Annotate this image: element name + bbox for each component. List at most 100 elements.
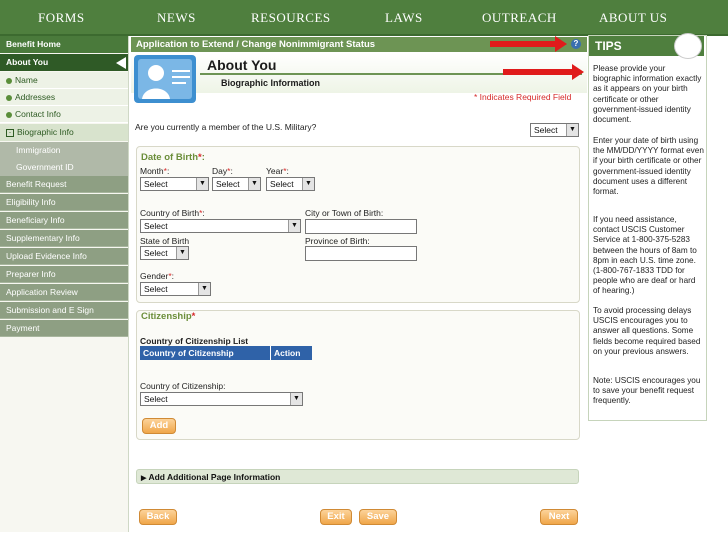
gender-label: Gender*: <box>140 271 175 281</box>
tip-paragraph: Enter your date of birth using the MM/DD… <box>593 136 704 197</box>
table-header-action: Action <box>270 346 312 360</box>
nav-outreach[interactable]: OUTREACH <box>482 10 557 26</box>
arrow-left-icon <box>116 57 126 69</box>
sidebar-item-label: Addresses <box>15 92 56 102</box>
sidebar-item-addresses[interactable]: Addresses <box>0 89 128 106</box>
person-avatar-icon <box>134 55 196 103</box>
tip-paragraph: If you need assistance, contact USCIS Cu… <box>593 215 697 296</box>
year-select[interactable]: Select ▼ <box>266 177 315 191</box>
exit-button[interactable]: Exit <box>320 509 352 525</box>
select-value: Select <box>144 394 168 404</box>
tip-paragraph: Note: USCIS encourages you to save your … <box>593 376 701 406</box>
state-of-birth-select[interactable]: Select ▼ <box>140 246 189 260</box>
sidebar-item-biographic-info[interactable]: - Biographic Info <box>0 124 128 141</box>
gender-select[interactable]: Select ▼ <box>140 282 211 296</box>
add-page-info-label: Add Additional Page Information <box>148 472 281 482</box>
select-value: Select <box>534 125 558 135</box>
citizenship-heading: Citizenship* <box>141 311 196 322</box>
page-subtitle: Biographic Information <box>221 78 320 88</box>
year-label: Year*: <box>266 166 289 176</box>
help-icon[interactable]: ? <box>571 39 581 49</box>
sidebar-item-benefit-home[interactable]: Benefit Home <box>0 36 128 53</box>
sidebar-item-benefit-request[interactable]: Benefit Request <box>0 176 128 193</box>
red-arrowhead-help-icon <box>555 36 567 52</box>
red-arrowhead-tips-icon <box>572 64 584 80</box>
sidebar-item-contact-info[interactable]: Contact Info <box>0 106 128 123</box>
bullet-icon <box>6 111 12 118</box>
red-arrow-tips <box>503 69 573 75</box>
military-question: Are you currently a member of the U.S. M… <box>135 122 317 132</box>
select-value: Select <box>144 179 168 189</box>
province-of-birth-input[interactable] <box>305 246 417 261</box>
select-value: Select <box>144 248 168 258</box>
back-button[interactable]: Back <box>139 509 177 525</box>
sidebar-item-label: Biographic Info <box>17 127 74 137</box>
city-of-birth-input[interactable] <box>305 219 417 234</box>
sidebar-item-government-id[interactable]: Government ID <box>0 159 128 176</box>
country-of-birth-select[interactable]: Select ▼ <box>140 219 301 233</box>
sidebar-item-upload-evidence-info[interactable]: Upload Evidence Info <box>0 248 128 265</box>
bullet-icon <box>6 77 12 84</box>
select-value: Select <box>216 179 240 189</box>
save-button[interactable]: Save <box>359 509 397 525</box>
tip-paragraph: To avoid processing delays USCIS encoura… <box>593 306 701 356</box>
sidebar-item-application-review[interactable]: Application Review <box>0 284 128 301</box>
table-header-country: Country of Citizenship <box>140 346 270 360</box>
sidebar-item-about-you[interactable]: About You <box>0 54 128 71</box>
month-select[interactable]: Select ▼ <box>140 177 209 191</box>
citizenship-list-title: Country of Citizenship List <box>140 336 249 346</box>
dropdown-arrow-icon: ▼ <box>248 178 260 190</box>
day-label: Day*: <box>212 166 233 176</box>
add-citizenship-button[interactable]: Add <box>142 418 176 434</box>
select-value: Select <box>144 284 168 294</box>
speech-bubble-icon <box>674 33 702 59</box>
nav-forms[interactable]: FORMS <box>38 10 85 26</box>
top-nav: FORMS NEWS RESOURCES LAWS OUTREACH ABOUT… <box>0 0 728 36</box>
dropdown-arrow-icon: ▼ <box>176 247 188 259</box>
sidebar-item-submission-e-sign[interactable]: Submission and E Sign <box>0 302 128 319</box>
red-arrow-help <box>490 41 556 47</box>
select-value: Select <box>144 221 168 231</box>
dropdown-arrow-icon: ▼ <box>566 124 578 136</box>
nav-news[interactable]: NEWS <box>157 10 196 26</box>
dropdown-arrow-icon: ▼ <box>288 220 300 232</box>
sidebar-item-payment[interactable]: Payment <box>0 320 128 337</box>
sidebar-item-preparer-info[interactable]: Preparer Info <box>0 266 128 283</box>
dropdown-arrow-icon: ▼ <box>290 393 302 405</box>
sidebar-item-label: About You <box>6 57 49 67</box>
add-additional-page-info[interactable]: ▶ Add Additional Page Information <box>136 469 579 484</box>
sidebar-item-beneficiary-info[interactable]: Beneficiary Info <box>0 212 128 229</box>
nav-laws[interactable]: LAWS <box>385 10 423 26</box>
tip-paragraph: Please provide your biographic informati… <box>593 64 702 125</box>
sidebar-item-label: Contact Info <box>15 109 61 119</box>
dropdown-arrow-icon: ▼ <box>198 283 210 295</box>
citizenship-panel <box>136 310 580 440</box>
sidebar-item-immigration[interactable]: Immigration <box>0 142 128 159</box>
city-of-birth-label: City or Town of Birth: <box>305 208 384 218</box>
sidebar: Benefit Home About You Name Addresses Co… <box>0 36 129 532</box>
sidebar-item-supplementary-info[interactable]: Supplementary Info <box>0 230 128 247</box>
state-of-birth-label: State of Birth <box>140 236 190 246</box>
required-field-note: * Indicates Required Field <box>474 92 572 102</box>
dropdown-arrow-icon: ▼ <box>302 178 314 190</box>
sidebar-item-name[interactable]: Name <box>0 72 128 89</box>
day-select[interactable]: Select ▼ <box>212 177 261 191</box>
bullet-icon <box>6 94 12 101</box>
sidebar-item-eligibility-info[interactable]: Eligibility Info <box>0 194 128 211</box>
nav-about-us[interactable]: ABOUT US <box>599 10 667 26</box>
sidebar-item-label: Name <box>15 75 38 85</box>
country-of-birth-label: Country of Birth*: <box>140 208 205 218</box>
military-select[interactable]: Select ▼ <box>530 123 579 137</box>
page-title: About You <box>207 57 277 73</box>
dropdown-arrow-icon: ▼ <box>196 178 208 190</box>
nav-resources[interactable]: RESOURCES <box>251 10 331 26</box>
country-of-citizenship-select[interactable]: Select ▼ <box>140 392 303 406</box>
month-label: Month*: <box>140 166 170 176</box>
expand-arrow-icon: ▶ <box>141 475 147 482</box>
next-button[interactable]: Next <box>540 509 578 525</box>
select-value: Select <box>270 179 294 189</box>
province-of-birth-label: Province of Birth: <box>305 236 370 246</box>
minus-icon: - <box>6 128 14 137</box>
dob-heading: Date of Birth*: <box>141 152 205 163</box>
country-of-citizenship-label: Country of Citizenship: <box>140 381 226 391</box>
